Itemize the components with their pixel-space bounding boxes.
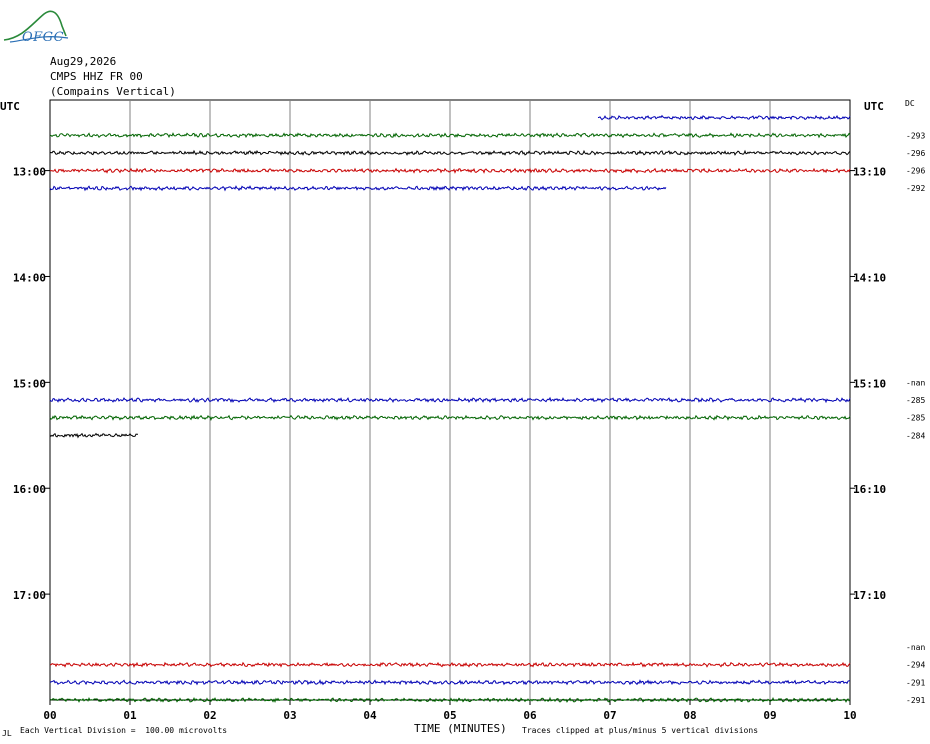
- corner-mark: JL: [2, 729, 12, 738]
- dc-offset-label: -296: [906, 149, 925, 158]
- dc-offset-label: -285: [906, 396, 925, 405]
- dc-offset-label: -296: [906, 167, 925, 176]
- x-tick-label: 01: [123, 709, 137, 722]
- x-tick-label: 06: [523, 709, 537, 722]
- hour-label-right: 13:10: [853, 166, 886, 179]
- dc-offset-label: -292: [906, 184, 925, 193]
- hour-label-left: 15:00: [13, 377, 46, 390]
- dc-offset-label: -293: [906, 131, 925, 140]
- hour-label-right: 14:10: [853, 271, 886, 284]
- hour-label-left: 13:00: [13, 166, 46, 179]
- dc-offset-label: -284: [906, 431, 925, 440]
- x-tick-label: 02: [203, 709, 216, 722]
- hour-label-left: 17:00: [13, 589, 46, 602]
- hour-label-right: 16:10: [853, 483, 886, 496]
- hour-label-right: 17:10: [853, 589, 886, 602]
- seismic-trace: [49, 432, 139, 439]
- x-tick-label: 04: [363, 709, 377, 722]
- label-group: 00 01 02 03 04 05 06 07 08 09 10 13:00 14:00 15:00 16:…: [13, 131, 926, 722]
- hour-label-right: 15:10: [853, 377, 886, 390]
- helicorder-plot: 00 01 02 03 04 05 06 07 08 09 10 13:00 14:00 15:00 16:…: [13, 99, 926, 722]
- x-tick-label: 07: [603, 709, 616, 722]
- dc-offset-label: -291: [906, 678, 925, 687]
- hour-label-left: 16:00: [13, 483, 46, 496]
- helicorder-page: OFGC Aug29,2026 CMPS HHZ FR 00 (Compains…: [0, 0, 930, 744]
- seismic-trace: [49, 185, 667, 192]
- clipping-note: Traces clipped at plus/minus 5 vertical …: [522, 726, 759, 735]
- grid: [45, 99, 855, 705]
- dc-offset-label: -291: [906, 696, 925, 705]
- dc-offset-label: -294: [906, 661, 925, 670]
- x-tick-label: 10: [843, 709, 856, 722]
- x-tick-label: 08: [683, 709, 696, 722]
- dc-offset-label: -285: [906, 414, 925, 423]
- dc-nan-label: -nan: [906, 643, 925, 652]
- x-tick-label: 05: [443, 709, 456, 722]
- x-axis-title: TIME (MINUTES): [414, 722, 507, 735]
- dc-nan-label: -nan: [906, 378, 925, 387]
- x-tick-label: 00: [43, 709, 56, 722]
- x-tick-label: 03: [283, 709, 296, 722]
- hour-label-left: 14:00: [13, 271, 46, 284]
- vertical-division-note: Each Vertical Division = 100.00 microvol…: [20, 726, 228, 735]
- x-tick-label: 09: [763, 709, 776, 722]
- seismic-trace: [597, 114, 851, 121]
